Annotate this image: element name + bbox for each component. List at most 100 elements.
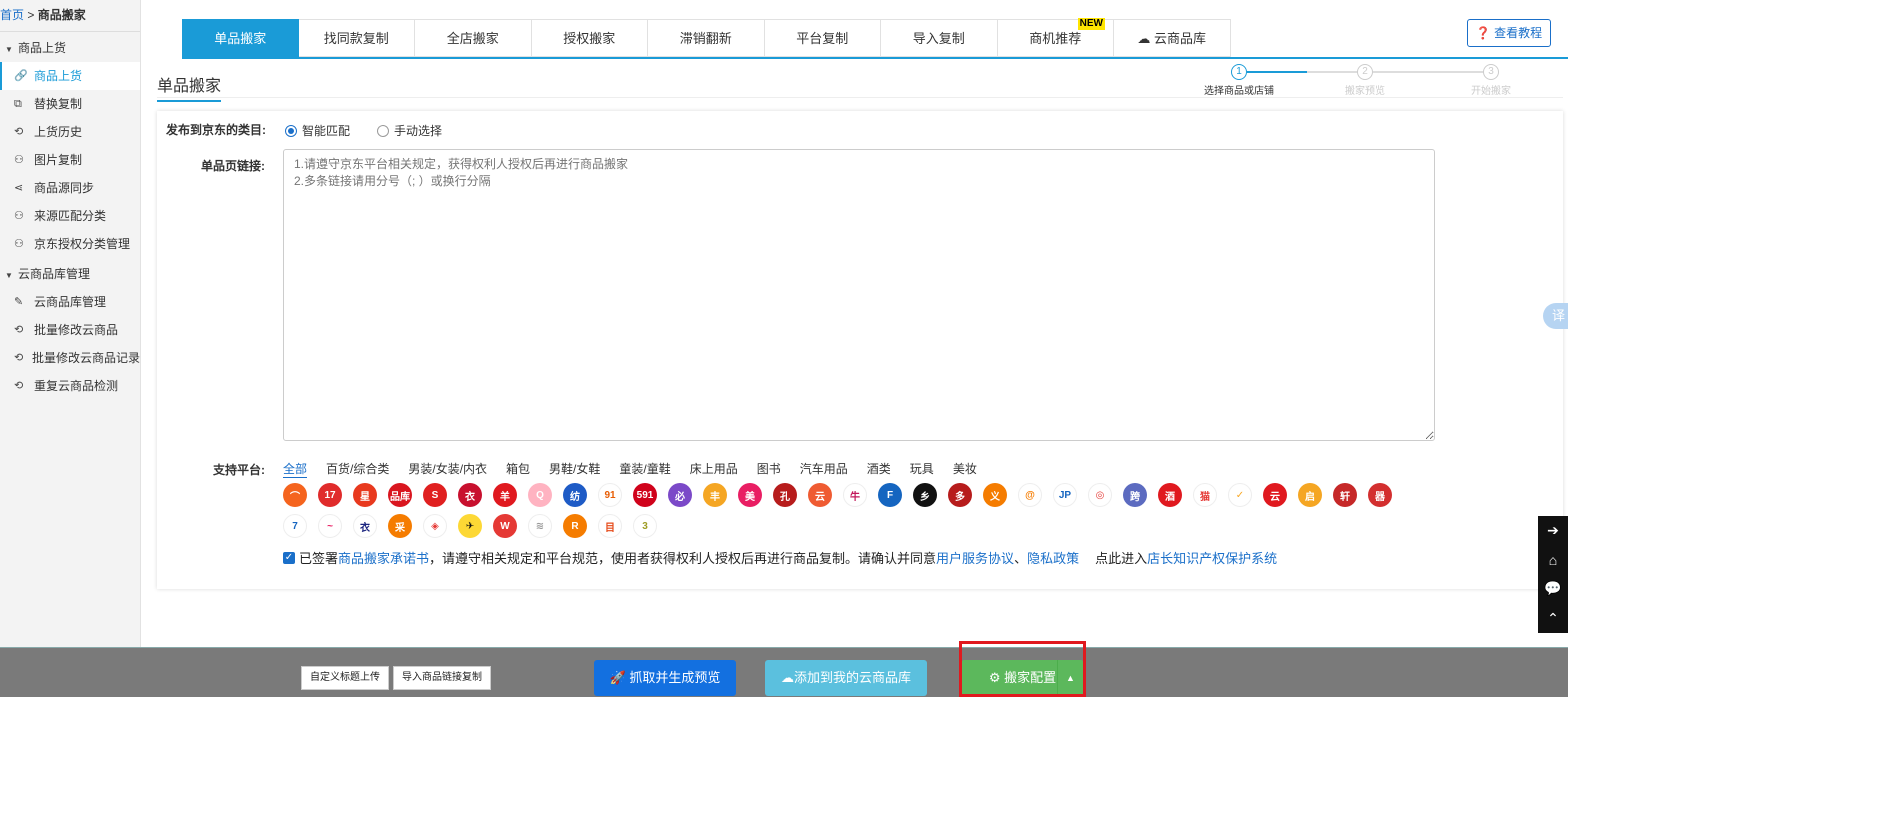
chevron-up-icon[interactable]: ⌃ bbox=[1547, 610, 1559, 627]
platform-category[interactable]: 男装/女装/内衣 bbox=[408, 460, 487, 478]
platform-category[interactable]: 图书 bbox=[757, 460, 781, 478]
chat-icon[interactable]: 💬 bbox=[1544, 580, 1561, 597]
sitemap-icon: ⚇ bbox=[14, 238, 24, 250]
add-cloud-button[interactable]: ☁添加到我的云商品库 bbox=[765, 660, 927, 696]
step-1: 1 选择商品或店铺 bbox=[1199, 64, 1279, 97]
platform-category[interactable]: 汽车用品 bbox=[800, 460, 848, 478]
add-cloud-label: 添加到我的云商品库 bbox=[793, 670, 911, 685]
radio-smart-match[interactable]: 智能匹配 bbox=[285, 122, 350, 139]
new-badge: NEW bbox=[1077, 18, 1105, 30]
platform-logo-icon: Q bbox=[528, 483, 552, 507]
platform-logo-icon: @ bbox=[1018, 483, 1042, 507]
radio-manual-select[interactable]: 手动选择 bbox=[377, 122, 442, 139]
platform-category[interactable]: 男鞋/女鞋 bbox=[549, 460, 600, 478]
platform-logo-icon: R bbox=[563, 514, 587, 538]
rocket-icon: 🚀 bbox=[609, 670, 626, 685]
fetch-preview-button[interactable]: 🚀 抓取并生成预览 bbox=[594, 660, 736, 696]
tab-label: 平台复制 bbox=[796, 31, 849, 46]
platform-logo-icon: 采 bbox=[388, 514, 412, 538]
step-3-label: 开始搬家 bbox=[1471, 86, 1511, 97]
sidebar-group-label: 商品上货 bbox=[18, 41, 67, 55]
platform-logo-icon: JP bbox=[1053, 483, 1077, 507]
platform-logo-icon: 乡 bbox=[913, 483, 937, 507]
tab-item[interactable]: 单品搬家 bbox=[182, 19, 299, 57]
sidebar-item[interactable]: ⚇ 图片复制 bbox=[0, 146, 140, 174]
platform-logo-icon: 孔 bbox=[773, 483, 797, 507]
link-icon: 🔗 bbox=[14, 70, 28, 82]
tab-item[interactable]: 全店搬家 bbox=[415, 19, 532, 57]
tab-item[interactable]: 找同款复制 bbox=[298, 19, 415, 57]
tab-underline bbox=[182, 57, 1568, 59]
tab-label: 云商品库 bbox=[1154, 31, 1207, 46]
sidebar-item[interactable]: ⟲ 上货历史 bbox=[0, 118, 140, 146]
platform-logo-icon: ✈ bbox=[458, 514, 482, 538]
breadcrumb-home[interactable]: 首页 bbox=[0, 8, 24, 22]
step-3: 3 开始搬家 bbox=[1451, 64, 1531, 97]
sidebar-item[interactable]: ⚇ 京东授权分类管理 bbox=[0, 230, 140, 258]
platform-logo-icon: 轩 bbox=[1333, 483, 1357, 507]
sidebar-item[interactable]: ⚇ 来源匹配分类 bbox=[0, 202, 140, 230]
breadcrumb-separator: > bbox=[24, 8, 38, 22]
home-icon[interactable]: ⌂ bbox=[1549, 552, 1557, 568]
tab-label: 全店搬家 bbox=[446, 31, 499, 46]
agree-prefix: 已签署 bbox=[299, 551, 339, 566]
arrow-right-icon[interactable]: ➔ bbox=[1547, 522, 1559, 539]
platform-logo-icon: 纺 bbox=[563, 483, 587, 507]
platform-category[interactable]: 床上用品 bbox=[690, 460, 738, 478]
tab-item[interactable]: ☁ 云商品库 bbox=[1114, 19, 1231, 57]
platform-category[interactable]: 酒类 bbox=[867, 460, 891, 478]
sidebar-item-label: 重复云商品检测 bbox=[34, 379, 119, 393]
platform-category[interactable]: 童装/童鞋 bbox=[619, 460, 670, 478]
agreement-row: ✓ 已签署 商品搬家承诺书 ，请遵守相关规定和平台规范，使用者获得权利人授权后再… bbox=[283, 548, 1277, 567]
sidebar-item-label: 商品上货 bbox=[34, 69, 83, 83]
platform-logo-icon: 91 bbox=[598, 483, 622, 507]
copy-icon: ⧉ bbox=[14, 98, 22, 110]
tab-item[interactable]: 导入复制 bbox=[881, 19, 998, 57]
tab-item[interactable]: 授权搬家 bbox=[531, 19, 648, 57]
cloud-upload-icon: ☁ bbox=[780, 670, 794, 685]
platform-logo-icon: 目 bbox=[598, 514, 622, 538]
sidebar-item[interactable]: 🔗 商品上货 bbox=[0, 62, 140, 90]
platform-logo-icon: S bbox=[423, 483, 447, 507]
sidebar-item[interactable]: ⟲ 批量修改云商品记录 bbox=[0, 344, 140, 372]
share-icon: ⋖ bbox=[14, 182, 24, 194]
platform-logo-icon: 7 bbox=[283, 514, 307, 538]
platform-category[interactable]: 百货/综合类 bbox=[326, 460, 389, 478]
sidebar-item[interactable]: ⟲ 重复云商品检测 bbox=[0, 372, 140, 400]
sidebar-item[interactable]: ⟲ 批量修改云商品 bbox=[0, 316, 140, 344]
product-link-textarea[interactable] bbox=[283, 149, 1435, 441]
translate-float-button[interactable]: 译 bbox=[1543, 303, 1568, 329]
agree-separator: 、 bbox=[1014, 551, 1028, 566]
question-circle-icon: ❓ bbox=[1475, 26, 1491, 40]
agree-enter-text: 点此进入 bbox=[1095, 551, 1148, 566]
tab-item[interactable]: 商机推荐 NEW bbox=[997, 18, 1114, 57]
agreement-checkbox[interactable]: ✓ bbox=[283, 551, 295, 564]
platform-logo-icon: 衣 bbox=[353, 514, 377, 538]
link-label: 单品页链接: bbox=[201, 159, 265, 173]
import-links-button[interactable]: 导入商品链接复制 bbox=[393, 666, 491, 690]
history-icon: ⟲ bbox=[14, 380, 24, 392]
ip-protection-link[interactable]: 店长知识产权保护系统 bbox=[1147, 548, 1277, 567]
platform-category[interactable]: 玩具 bbox=[910, 460, 934, 478]
help-button[interactable]: ❓ 查看教程 bbox=[1467, 19, 1551, 47]
platform-logo-icon: 多 bbox=[948, 483, 972, 507]
sidebar-group[interactable]: ▼ 商品上货 bbox=[0, 34, 140, 62]
tab-item[interactable]: 滞销翻新 bbox=[648, 19, 765, 57]
platform-logo-icon: 羊 bbox=[493, 483, 517, 507]
sidebar-group[interactable]: ▼ 云商品库管理 bbox=[0, 260, 140, 288]
service-agreement-link[interactable]: 用户服务协议 bbox=[936, 548, 1014, 567]
platform-category[interactable]: 美妆 bbox=[953, 460, 977, 478]
platform-category[interactable]: 箱包 bbox=[506, 460, 530, 478]
platform-category[interactable]: 全部 bbox=[283, 460, 308, 478]
platform-logo-icon: ◎ bbox=[1088, 483, 1112, 507]
custom-title-upload-button[interactable]: 自定义标题上传 bbox=[301, 666, 389, 690]
tab-item[interactable]: 平台复制 bbox=[764, 19, 881, 57]
sidebar-item[interactable]: ⋖ 商品源同步 bbox=[0, 174, 140, 202]
privacy-policy-link[interactable]: 隐私政策 bbox=[1027, 548, 1079, 567]
platform-logo-icon: 义 bbox=[983, 483, 1007, 507]
sidebar-item[interactable]: ⧉ 替换复制 bbox=[0, 90, 140, 118]
sidebar-item[interactable]: ✎ 云商品库管理 bbox=[0, 288, 140, 316]
promise-link[interactable]: 商品搬家承诺书 bbox=[338, 548, 429, 567]
agree-text: ，请遵守相关规定和平台规范，使用者获得权利人授权后再进行商品复制。请确认并同意 bbox=[429, 551, 937, 566]
platform-logo-icon: 跨 bbox=[1123, 483, 1147, 507]
